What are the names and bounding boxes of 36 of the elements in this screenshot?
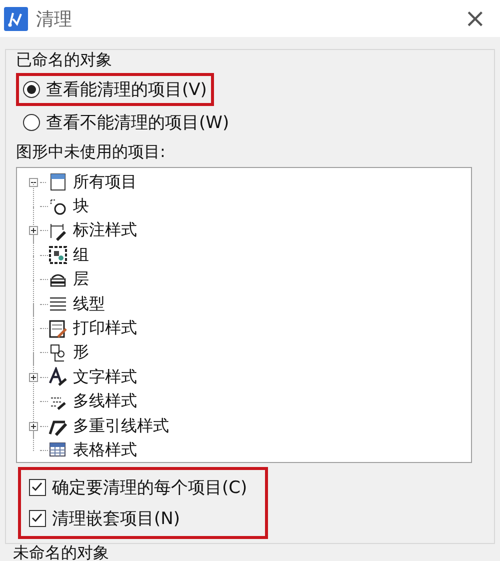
tree-item[interactable]: 文字样式 <box>73 366 137 388</box>
tree-item[interactable]: 线型 <box>73 294 105 315</box>
radio-label[interactable]: 查看能清理的项目(V) <box>46 78 207 101</box>
tree-item[interactable]: 表格样式 <box>73 440 137 461</box>
document-icon <box>48 172 68 192</box>
expand-toggle[interactable] <box>29 422 40 431</box>
tree-item[interactable]: 块 <box>73 196 89 218</box>
tree-item[interactable]: 组 <box>73 244 89 266</box>
app-logo-icon <box>4 6 28 30</box>
checkbox-label[interactable]: 清理嵌套项目(N) <box>52 507 180 530</box>
group-title: 未命名的对象 <box>12 544 110 561</box>
tree-item[interactable]: 多线样式 <box>73 391 137 412</box>
radio-button[interactable] <box>23 81 40 98</box>
expand-toggle[interactable] <box>29 226 40 236</box>
block-icon <box>48 196 68 217</box>
text-style-icon <box>48 367 68 388</box>
expand-toggle[interactable] <box>29 372 40 382</box>
close-button[interactable]: × <box>458 6 492 32</box>
checkbox[interactable] <box>29 479 46 496</box>
tree-item[interactable]: 标注样式 <box>73 220 137 242</box>
tree-label: 图形中未使用的项目: <box>16 142 166 163</box>
tree-item[interactable]: 多重引线样式 <box>73 416 169 437</box>
tree-item[interactable]: 打印样式 <box>73 318 137 340</box>
print-style-icon <box>48 318 68 339</box>
radio-button[interactable] <box>23 114 40 131</box>
checkmark-icon <box>30 480 44 494</box>
group-icon <box>48 245 68 266</box>
window-title: 清理 <box>36 8 73 30</box>
checkbox[interactable] <box>29 510 46 527</box>
tree-item[interactable]: 所有项目 <box>73 172 137 193</box>
checkbox-label[interactable]: 确定要清理的每个项目(C) <box>52 476 248 499</box>
tree-item[interactable]: 层 <box>73 269 89 290</box>
radio-label[interactable]: 查看不能清理的项目(W) <box>46 111 230 134</box>
checkmark-icon <box>30 511 44 525</box>
collapse-toggle[interactable] <box>29 178 40 187</box>
tree-item[interactable]: 形 <box>73 342 89 364</box>
